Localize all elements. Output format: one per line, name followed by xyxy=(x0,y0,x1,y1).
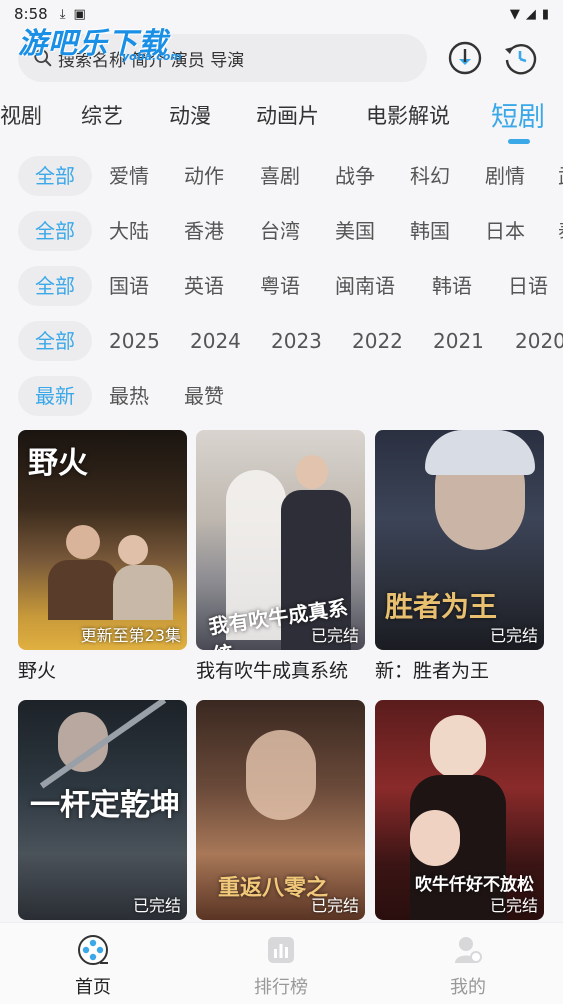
chip-year[interactable]: 2023 xyxy=(271,321,322,361)
tab-short-drama[interactable]: 短剧 xyxy=(491,95,545,134)
chip-year[interactable]: 2022 xyxy=(352,321,403,361)
chip-year[interactable]: 2025 xyxy=(109,321,160,361)
tab-indicator xyxy=(508,139,530,144)
status-badge: 已完结 xyxy=(489,626,538,645)
bottom-nav: 首页 排行榜 我的 xyxy=(0,922,563,1004)
filter-region: 全部 大陆 香港 台湾 美国 韩国 日本 泰 xyxy=(0,211,563,251)
filter-year: 全部 2025 2024 2023 2022 2021 2020 xyxy=(0,321,563,361)
chip-language[interactable]: 韩语 xyxy=(432,266,472,306)
nav-home-label: 首页 xyxy=(75,977,111,998)
tab-tv[interactable]: 视剧 xyxy=(0,100,42,130)
video-card[interactable]: 吹牛仟好不放松 已完结 xyxy=(375,700,544,920)
nav-profile[interactable]: 我的 xyxy=(408,933,528,999)
chip-region[interactable]: 台湾 xyxy=(260,211,300,251)
poster-art-title: 野火 xyxy=(28,446,88,481)
chip-language[interactable]: 粤语 xyxy=(260,266,300,306)
chip-region[interactable]: 香港 xyxy=(184,211,224,251)
film-reel-icon xyxy=(78,935,108,965)
chip-genre[interactable]: 科幻 xyxy=(410,156,450,196)
category-tabs: 视剧 综艺 动漫 动画片 电影解说 短剧 xyxy=(0,92,563,144)
card-title: 我有吹牛成真系统 xyxy=(196,660,349,682)
status-badge: 已完结 xyxy=(310,896,359,915)
chip-sort-hottest[interactable]: 最热 xyxy=(109,376,149,416)
chip-sort-latest[interactable]: 最新 xyxy=(18,376,92,416)
video-card[interactable]: 胜者为王 已完结 新：胜者为王 xyxy=(375,430,544,683)
poster-image: 吹牛仟好不放松 已完结 xyxy=(375,700,544,920)
watermark-sub: yoba.com xyxy=(122,50,182,63)
chip-language-all[interactable]: 全部 xyxy=(18,266,92,306)
poster-art-title: 一杆定乾坤 xyxy=(30,788,180,823)
poster-image: 重返八零之 已完结 xyxy=(196,700,365,920)
wifi-icon: ▼ xyxy=(509,6,520,22)
filter-language: 全部 国语 英语 粤语 闽南语 韩语 日语 xyxy=(0,266,563,306)
user-icon xyxy=(455,937,482,963)
chip-region-all[interactable]: 全部 xyxy=(18,211,92,251)
nav-ranking-label: 排行榜 xyxy=(254,977,308,998)
chip-sort-most-liked[interactable]: 最赞 xyxy=(184,376,224,416)
chip-year-all[interactable]: 全部 xyxy=(18,321,92,361)
chip-year[interactable]: 2021 xyxy=(433,321,484,361)
chip-genre[interactable]: 战争 xyxy=(335,156,375,196)
poster-image: 胜者为王 已完结 xyxy=(375,430,544,650)
chip-genre[interactable]: 爱情 xyxy=(109,156,149,196)
chip-genre[interactable]: 喜剧 xyxy=(260,156,300,196)
status-badge: 更新至第23集 xyxy=(80,626,181,645)
chip-genre[interactable]: 剧情 xyxy=(485,156,525,196)
card-title: 野火 xyxy=(18,660,57,682)
tab-movie-commentary[interactable]: 电影解说 xyxy=(366,100,450,130)
video-card[interactable]: 野火 更新至第23集 野火 xyxy=(18,430,187,683)
tab-cartoon[interactable]: 动画片 xyxy=(256,100,319,130)
chip-region[interactable]: 泰 xyxy=(558,211,563,251)
chip-year[interactable]: 2024 xyxy=(190,321,241,361)
chip-region[interactable]: 日本 xyxy=(485,211,525,251)
chip-language[interactable]: 英语 xyxy=(184,266,224,306)
download-button[interactable] xyxy=(447,40,483,76)
chip-region[interactable]: 美国 xyxy=(335,211,375,251)
nav-home[interactable]: 首页 xyxy=(33,933,153,999)
chip-genre-all[interactable]: 全部 xyxy=(18,156,92,196)
chip-language[interactable]: 日语 xyxy=(508,266,548,306)
chart-icon xyxy=(268,937,294,963)
filter-genre: 全部 爱情 动作 喜剧 战争 科幻 剧情 武 xyxy=(0,156,563,196)
signal-icon: ◢ xyxy=(525,6,536,22)
status-badge: 已完结 xyxy=(310,626,359,645)
status-badge: 已完结 xyxy=(132,896,181,915)
nav-profile-label: 我的 xyxy=(450,977,486,998)
chip-language[interactable]: 闽南语 xyxy=(335,266,395,306)
history-button[interactable] xyxy=(502,40,538,76)
filter-sort: 最新 最热 最赞 xyxy=(0,376,563,416)
nav-ranking[interactable]: 排行榜 xyxy=(221,933,341,999)
video-card[interactable]: 一杆定乾坤 已完结 xyxy=(18,700,187,920)
status-badge: 已完结 xyxy=(489,896,538,915)
battery-icon: ▮ xyxy=(541,6,549,22)
poster-image: 一杆定乾坤 已完结 xyxy=(18,700,187,920)
chip-region[interactable]: 韩国 xyxy=(410,211,450,251)
chip-region[interactable]: 大陆 xyxy=(109,211,149,251)
poster-image: 我有吹牛成真系统 已完结 xyxy=(196,430,365,650)
video-card[interactable]: 我有吹牛成真系统 已完结 我有吹牛成真系统 xyxy=(196,430,365,683)
tab-anime[interactable]: 动漫 xyxy=(169,100,211,130)
chip-genre[interactable]: 动作 xyxy=(184,156,224,196)
poster-image: 野火 更新至第23集 xyxy=(18,430,187,650)
poster-art-title: 胜者为王 xyxy=(385,590,498,623)
tab-variety[interactable]: 综艺 xyxy=(81,100,123,130)
chip-year[interactable]: 2020 xyxy=(515,321,563,361)
video-card[interactable]: 重返八零之 已完结 xyxy=(196,700,365,920)
chip-language[interactable]: 国语 xyxy=(109,266,149,306)
chip-genre[interactable]: 武 xyxy=(558,156,563,196)
card-title: 新：胜者为王 xyxy=(375,660,490,682)
